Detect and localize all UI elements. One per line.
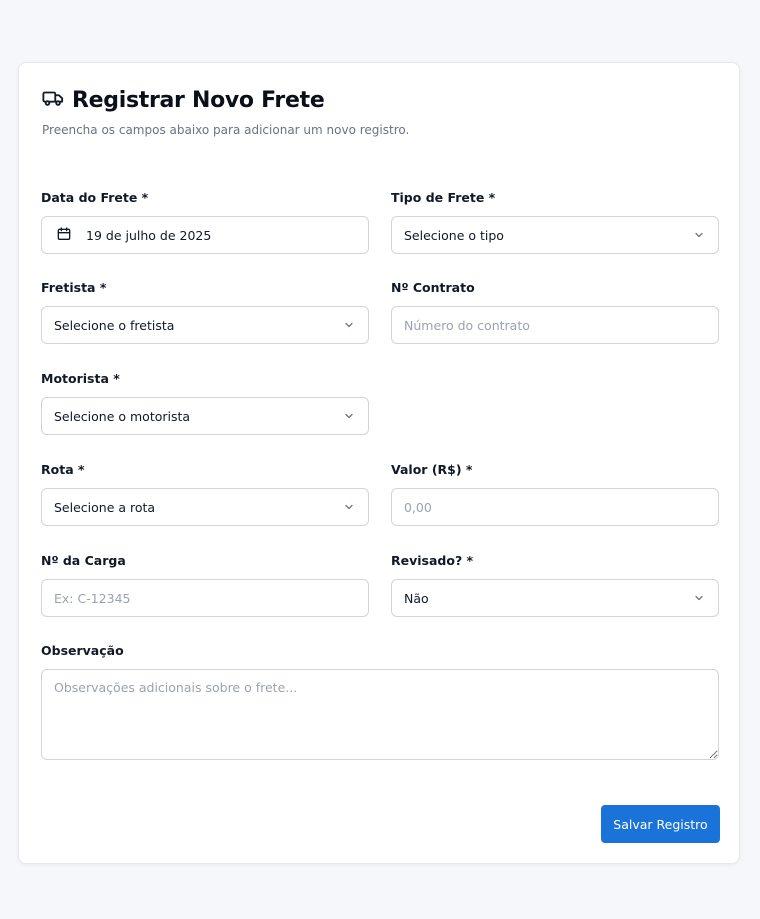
valor-label: Valor (R$) *: [391, 462, 473, 477]
data-frete-field: Data do Frete * 19 de julho de 2025: [41, 190, 369, 254]
revisado-label: Revisado? *: [391, 553, 474, 568]
calendar-icon: [54, 226, 86, 245]
motorista-label: Motorista *: [41, 371, 120, 386]
motorista-select[interactable]: Selecione o motorista: [41, 397, 369, 435]
carga-input[interactable]: [41, 579, 369, 617]
revisado-select[interactable]: Não: [391, 579, 719, 617]
fretista-field: Fretista * Selecione o fretista: [41, 280, 369, 344]
chevron-down-icon: [695, 232, 703, 238]
truck-icon: [42, 87, 64, 113]
revisado-value: Não: [404, 590, 429, 606]
form-card: Registrar Novo Frete Preencha os campos …: [18, 62, 740, 864]
chevron-down-icon: [345, 322, 353, 328]
fretista-value: Selecione o fretista: [54, 317, 175, 333]
page-subtitle: Preencha os campos abaixo para adicionar…: [42, 123, 410, 137]
carga-label: Nº da Carga: [41, 553, 126, 568]
chevron-down-icon: [345, 413, 353, 419]
tipo-frete-field: Tipo de Frete * Selecione o tipo: [391, 190, 719, 254]
observacao-label: Observação: [41, 643, 124, 658]
fretista-label: Fretista *: [41, 280, 107, 295]
data-frete-label: Data do Frete *: [41, 190, 149, 205]
motorista-value: Selecione o motorista: [54, 408, 191, 424]
save-button[interactable]: Salvar Registro: [601, 805, 720, 843]
rota-select[interactable]: Selecione a rota: [41, 488, 369, 526]
tipo-frete-value: Selecione o tipo: [404, 227, 504, 243]
tipo-frete-select[interactable]: Selecione o tipo: [391, 216, 719, 254]
observacao-field: Observação: [41, 643, 719, 760]
rota-label: Rota *: [41, 462, 85, 477]
data-frete-value: 19 de julho de 2025: [86, 227, 212, 243]
page-title: Registrar Novo Frete: [72, 87, 325, 113]
contrato-label: Nº Contrato: [391, 280, 475, 295]
valor-input[interactable]: [391, 488, 719, 526]
contrato-input[interactable]: [391, 306, 719, 344]
title-row: Registrar Novo Frete: [42, 87, 325, 113]
observacao-textarea[interactable]: [41, 669, 719, 760]
tipo-frete-label: Tipo de Frete *: [391, 190, 496, 205]
rota-field: Rota * Selecione a rota: [41, 462, 369, 526]
fretista-select[interactable]: Selecione o fretista: [41, 306, 369, 344]
data-frete-picker[interactable]: 19 de julho de 2025: [41, 216, 369, 254]
carga-field: Nº da Carga: [41, 553, 369, 617]
motorista-field: Motorista * Selecione o motorista: [41, 371, 369, 435]
revisado-field: Revisado? * Não: [391, 553, 719, 617]
valor-field: Valor (R$) *: [391, 462, 719, 526]
contrato-field: Nº Contrato: [391, 280, 719, 344]
chevron-down-icon: [695, 595, 703, 601]
rota-value: Selecione a rota: [54, 499, 156, 515]
chevron-down-icon: [345, 504, 353, 510]
